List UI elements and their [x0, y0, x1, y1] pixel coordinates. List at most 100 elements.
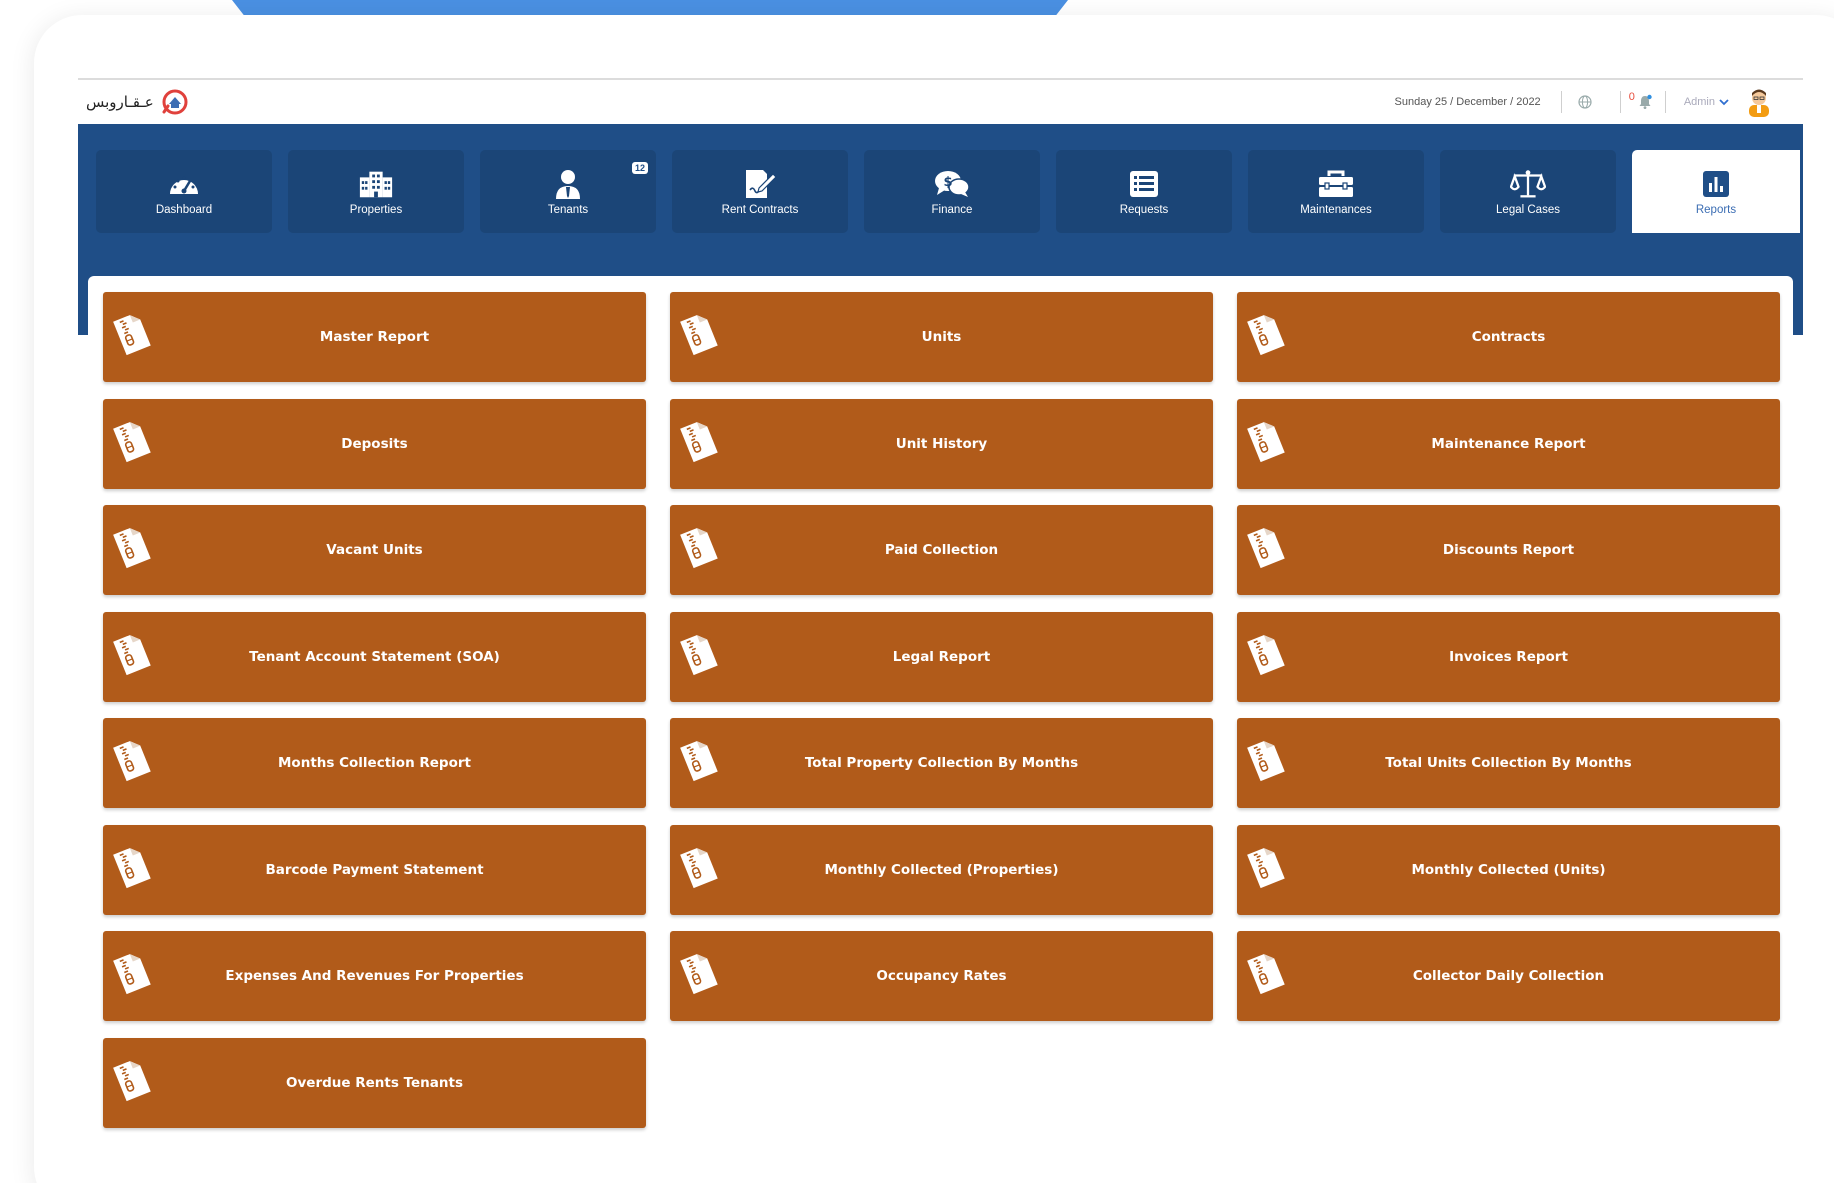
nav-label: Tenants: [547, 203, 589, 216]
report-button-invoices-report[interactable]: Invoices Report: [1237, 611, 1780, 702]
zip-file-icon: [1241, 630, 1289, 678]
report-label: Barcode Payment Statement: [265, 861, 484, 878]
logo-text: عـقـاروبس: [86, 93, 154, 111]
zip-file-icon: [107, 310, 155, 358]
report-button-monthly-collected-properties[interactable]: Monthly Collected (Properties): [670, 824, 1213, 915]
nav-label: Rent Contracts: [721, 203, 799, 216]
zip-file-icon: [107, 949, 155, 997]
report-label: Invoices Report: [1449, 648, 1568, 665]
chevron-down-icon[interactable]: [1719, 98, 1729, 106]
nav-item-dashboard[interactable]: Dashboard: [96, 150, 272, 233]
report-button-total-units-collection-by-months[interactable]: Total Units Collection By Months: [1237, 718, 1780, 808]
report-label: Total Property Collection By Months: [804, 755, 1079, 771]
nav-label: Properties: [349, 203, 403, 216]
report-button-contracts[interactable]: Contracts: [1237, 292, 1780, 382]
bell-icon[interactable]: [1637, 94, 1653, 110]
report-button-barcode-payment-statement[interactable]: Barcode Payment Statement: [103, 824, 646, 915]
zip-file-icon: [107, 417, 155, 465]
user-name[interactable]: Admin: [1684, 96, 1715, 108]
dollar-chat-icon: $: [934, 168, 970, 200]
top-accent-tab: [232, 0, 1068, 15]
report-label: Maintenance Report: [1431, 435, 1586, 452]
report-button-master-report[interactable]: Master Report: [103, 292, 646, 382]
zip-file-icon: [674, 843, 722, 891]
report-button-maintenance-report[interactable]: Maintenance Report: [1237, 398, 1780, 489]
list-icon: [1126, 168, 1162, 200]
report-label: Paid Collection: [884, 542, 999, 558]
toolbox-icon: [1318, 168, 1354, 200]
zip-file-icon: [1241, 310, 1289, 358]
report-label: Overdue Rents Tenants: [286, 1074, 463, 1091]
building-icon: [358, 168, 394, 200]
header-right: Sunday 25 / December / 2022 0 Admin: [1395, 87, 1773, 117]
zip-file-icon: [107, 736, 155, 784]
nav-label: Maintenances: [1300, 203, 1372, 216]
nav-label: Requests: [1119, 203, 1169, 216]
report-label: Tenant Account Statement (SOA): [249, 648, 500, 665]
report-label: Legal Report: [892, 648, 991, 665]
report-button-occupancy-rates[interactable]: Occupancy Rates: [670, 931, 1213, 1021]
nav-item-requests[interactable]: Requests: [1056, 150, 1232, 233]
zip-file-icon: [674, 630, 722, 678]
zip-file-icon: [1241, 949, 1289, 997]
report-button-tenant-account-statement-soa[interactable]: Tenant Account Statement (SOA): [103, 611, 646, 702]
report-label: Months Collection Report: [278, 755, 471, 771]
report-label: Deposits: [341, 435, 408, 452]
contract-pen-icon: [742, 168, 778, 200]
app-window: عـقـاروبس Sunday 25 / December / 2022 0: [78, 78, 1803, 1183]
zip-file-icon: [107, 523, 155, 571]
report-label: Expenses And Revenues For Properties: [225, 968, 524, 984]
logo[interactable]: عـقـاروبس: [86, 88, 190, 116]
report-label: Master Report: [319, 329, 430, 345]
nav-item-tenants[interactable]: 12 Tenants: [480, 150, 656, 233]
report-label: Vacant Units: [326, 542, 423, 558]
zip-file-icon: [674, 949, 722, 997]
nav-item-properties[interactable]: Properties: [288, 150, 464, 233]
report-button-overdue-rents-tenants[interactable]: Overdue Rents Tenants: [103, 1037, 646, 1128]
report-button-unit-history[interactable]: Unit History: [670, 398, 1213, 489]
speedometer-icon: [166, 168, 202, 200]
globe-icon[interactable]: [1578, 95, 1592, 109]
report-label: Total Units Collection By Months: [1385, 755, 1632, 771]
main-nav: Dashboard Properties 12 Tenants Rent Con…: [96, 150, 1800, 233]
nav-item-reports[interactable]: Reports: [1632, 150, 1800, 233]
avatar[interactable]: [1745, 87, 1773, 117]
zip-file-icon: [1241, 736, 1289, 784]
report-button-legal-report[interactable]: Legal Report: [670, 611, 1213, 702]
zip-file-icon: [674, 310, 722, 358]
nav-item-finance[interactable]: $ Finance: [864, 150, 1040, 233]
nav-label: Dashboard: [155, 203, 213, 216]
logo-mark-icon: [158, 88, 190, 116]
zip-file-icon: [1241, 523, 1289, 571]
report-button-deposits[interactable]: Deposits: [103, 398, 646, 489]
report-button-units[interactable]: Units: [670, 292, 1213, 382]
nav-item-rent-contracts[interactable]: Rent Contracts: [672, 150, 848, 233]
report-label: Monthly Collected (Properties): [824, 861, 1059, 878]
report-label: Units: [921, 329, 962, 345]
divider: [1560, 91, 1562, 113]
nav-label: Reports: [1695, 203, 1737, 216]
report-button-paid-collection[interactable]: Paid Collection: [670, 505, 1213, 595]
nav-item-maintenances[interactable]: Maintenances: [1248, 150, 1424, 233]
report-label: Unit History: [895, 435, 988, 452]
report-button-total-property-collection-by-months[interactable]: Total Property Collection By Months: [670, 718, 1213, 808]
report-button-collector-daily-collection[interactable]: Collector Daily Collection: [1237, 931, 1780, 1021]
notification-count: 0: [1628, 91, 1635, 103]
report-label: Discounts Report: [1442, 542, 1575, 558]
reports-panel: Master Report Units Contracts Deposits U…: [88, 276, 1793, 1183]
report-button-discounts-report[interactable]: Discounts Report: [1237, 505, 1780, 595]
report-button-vacant-units[interactable]: Vacant Units: [103, 505, 646, 595]
report-button-months-collection-report[interactable]: Months Collection Report: [103, 718, 646, 808]
nav-item-legal-cases[interactable]: Legal Cases: [1440, 150, 1616, 233]
zip-file-icon: [107, 1056, 155, 1104]
report-button-expenses-and-revenues-for-properties[interactable]: Expenses And Revenues For Properties: [103, 931, 646, 1021]
scales-icon: [1510, 168, 1546, 200]
bar-chart-icon: [1698, 168, 1734, 200]
tenants-count-badge: 12: [631, 162, 648, 174]
zip-file-icon: [107, 630, 155, 678]
report-label: Contracts: [1471, 329, 1546, 345]
nav-label: Legal Cases: [1496, 203, 1560, 216]
header: عـقـاروبس Sunday 25 / December / 2022 0: [78, 80, 1803, 124]
report-button-monthly-collected-units[interactable]: Monthly Collected (Units): [1237, 824, 1780, 915]
zip-file-icon: [674, 417, 722, 465]
